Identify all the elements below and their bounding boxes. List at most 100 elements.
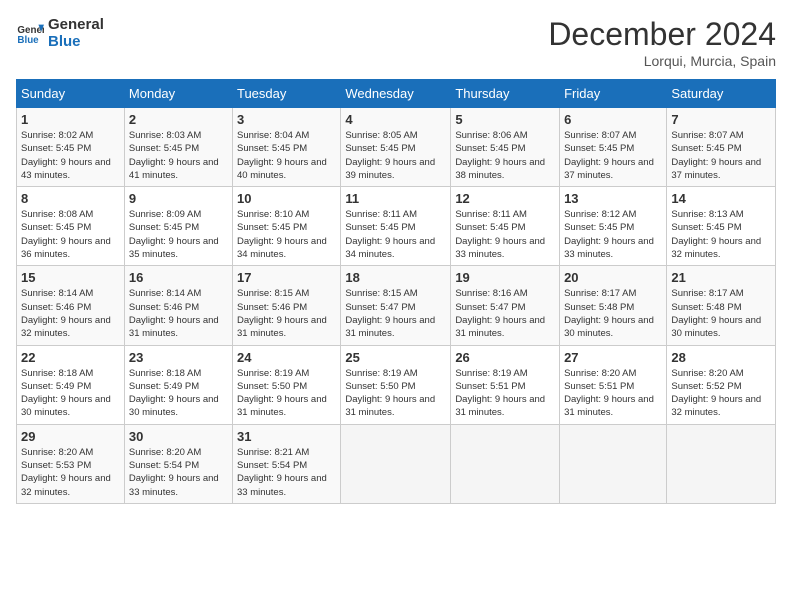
- day-detail: Sunrise: 8:14 AMSunset: 5:46 PMDaylight:…: [21, 288, 111, 339]
- day-number: 2: [129, 112, 228, 127]
- day-detail: Sunrise: 8:07 AMSunset: 5:45 PMDaylight:…: [564, 130, 654, 181]
- day-number: 31: [237, 429, 336, 444]
- day-detail: Sunrise: 8:06 AMSunset: 5:45 PMDaylight:…: [455, 130, 545, 181]
- day-number: 17: [237, 270, 336, 285]
- calendar-cell: 18Sunrise: 8:15 AMSunset: 5:47 PMDayligh…: [341, 266, 451, 345]
- calendar-cell: 15 Sunrise: 8:14 AMSunset: 5:46 PMDayligh…: [17, 266, 125, 345]
- day-detail: Sunrise: 8:09 AMSunset: 5:45 PMDaylight:…: [129, 209, 219, 260]
- day-number: 25: [345, 350, 446, 365]
- day-number: 29: [21, 429, 120, 444]
- calendar-cell: 9Sunrise: 8:09 AMSunset: 5:45 PMDaylight…: [124, 187, 232, 266]
- calendar-table: SundayMondayTuesdayWednesdayThursdayFrid…: [16, 79, 776, 504]
- logo: General Blue General Blue: [16, 16, 104, 50]
- calendar-cell: 12 Sunrise: 8:11 AMSunset: 5:45 PMDayligh…: [451, 187, 560, 266]
- calendar-cell: 24Sunrise: 8:19 AMSunset: 5:50 PMDayligh…: [232, 345, 340, 424]
- day-detail: Sunrise: 8:20 AMSunset: 5:51 PMDaylight:…: [564, 368, 654, 419]
- calendar-cell: 26 Sunrise: 8:19 AMSunset: 5:51 PMDayligh…: [451, 345, 560, 424]
- day-number: 7: [671, 112, 771, 127]
- calendar-body: 1 Sunrise: 8:02 AMSunset: 5:45 PMDaylight…: [17, 108, 776, 504]
- calendar-cell: [341, 424, 451, 503]
- calendar-cell: 16Sunrise: 8:14 AMSunset: 5:46 PMDayligh…: [124, 266, 232, 345]
- day-number: 23: [129, 350, 228, 365]
- calendar-cell: 27 Sunrise: 8:20 AMSunset: 5:51 PMDayligh…: [560, 345, 667, 424]
- day-detail: Sunrise: 8:20 AMSunset: 5:53 PMDaylight:…: [21, 447, 111, 498]
- calendar-cell: 19 Sunrise: 8:16 AMSunset: 5:47 PMDayligh…: [451, 266, 560, 345]
- calendar-cell: 21Sunrise: 8:17 AMSunset: 5:48 PMDayligh…: [667, 266, 776, 345]
- title-area: December 2024 Lorqui, Murcia, Spain: [548, 16, 776, 69]
- day-number: 12: [455, 191, 555, 206]
- calendar-cell: 1 Sunrise: 8:02 AMSunset: 5:45 PMDaylight…: [17, 108, 125, 187]
- day-number: 26: [455, 350, 555, 365]
- day-detail: Sunrise: 8:14 AMSunset: 5:46 PMDaylight:…: [129, 288, 219, 339]
- day-number: 15: [21, 270, 120, 285]
- page-header: General Blue General Blue December 2024 …: [16, 16, 776, 69]
- calendar-week-3: 15 Sunrise: 8:14 AMSunset: 5:46 PMDayligh…: [17, 266, 776, 345]
- calendar-cell: 6 Sunrise: 8:07 AMSunset: 5:45 PMDaylight…: [560, 108, 667, 187]
- day-number: 18: [345, 270, 446, 285]
- day-number: 1: [21, 112, 120, 127]
- day-detail: Sunrise: 8:16 AMSunset: 5:47 PMDaylight:…: [455, 288, 545, 339]
- day-detail: Sunrise: 8:03 AMSunset: 5:45 PMDaylight:…: [129, 130, 219, 181]
- calendar-week-4: 22 Sunrise: 8:18 AMSunset: 5:49 PMDayligh…: [17, 345, 776, 424]
- day-detail: Sunrise: 8:04 AMSunset: 5:45 PMDaylight:…: [237, 130, 327, 181]
- calendar-header-row: SundayMondayTuesdayWednesdayThursdayFrid…: [17, 80, 776, 108]
- calendar-cell: 28 Sunrise: 8:20 AMSunset: 5:52 PMDayligh…: [667, 345, 776, 424]
- day-detail: Sunrise: 8:19 AMSunset: 5:50 PMDaylight:…: [345, 368, 435, 419]
- calendar-week-2: 8Sunrise: 8:08 AMSunset: 5:45 PMDaylight…: [17, 187, 776, 266]
- calendar-cell: 17Sunrise: 8:15 AMSunset: 5:46 PMDayligh…: [232, 266, 340, 345]
- calendar-cell: 10 Sunrise: 8:10 AMSunset: 5:45 PMDayligh…: [232, 187, 340, 266]
- day-detail: Sunrise: 8:11 AMSunset: 5:45 PMDaylight:…: [345, 209, 435, 260]
- day-number: 28: [671, 350, 771, 365]
- day-number: 3: [237, 112, 336, 127]
- day-detail: Sunrise: 8:20 AMSunset: 5:54 PMDaylight:…: [129, 447, 219, 498]
- column-header-saturday: Saturday: [667, 80, 776, 108]
- day-detail: Sunrise: 8:11 AMSunset: 5:45 PMDaylight:…: [455, 209, 545, 260]
- day-detail: Sunrise: 8:18 AMSunset: 5:49 PMDaylight:…: [129, 368, 219, 419]
- calendar-week-1: 1 Sunrise: 8:02 AMSunset: 5:45 PMDaylight…: [17, 108, 776, 187]
- logo-icon: General Blue: [16, 19, 44, 47]
- calendar-cell: 23 Sunrise: 8:18 AMSunset: 5:49 PMDayligh…: [124, 345, 232, 424]
- day-number: 27: [564, 350, 662, 365]
- logo-blue: Blue: [48, 33, 104, 50]
- day-number: 13: [564, 191, 662, 206]
- day-number: 6: [564, 112, 662, 127]
- column-header-sunday: Sunday: [17, 80, 125, 108]
- calendar-cell: 29 Sunrise: 8:20 AMSunset: 5:53 PMDayligh…: [17, 424, 125, 503]
- calendar-cell: 20 Sunrise: 8:17 AMSunset: 5:48 PMDayligh…: [560, 266, 667, 345]
- calendar-cell: 4Sunrise: 8:05 AMSunset: 5:45 PMDaylight…: [341, 108, 451, 187]
- day-detail: Sunrise: 8:07 AMSunset: 5:45 PMDaylight:…: [671, 130, 761, 181]
- day-number: 20: [564, 270, 662, 285]
- column-header-friday: Friday: [560, 80, 667, 108]
- day-number: 10: [237, 191, 336, 206]
- day-detail: Sunrise: 8:21 AMSunset: 5:54 PMDaylight:…: [237, 447, 327, 498]
- day-number: 19: [455, 270, 555, 285]
- day-number: 30: [129, 429, 228, 444]
- calendar-cell: 22 Sunrise: 8:18 AMSunset: 5:49 PMDayligh…: [17, 345, 125, 424]
- day-number: 14: [671, 191, 771, 206]
- calendar-cell: [451, 424, 560, 503]
- calendar-cell: 30 Sunrise: 8:20 AMSunset: 5:54 PMDayligh…: [124, 424, 232, 503]
- day-detail: Sunrise: 8:18 AMSunset: 5:49 PMDaylight:…: [21, 368, 111, 419]
- month-title: December 2024: [548, 16, 776, 53]
- calendar-cell: 3 Sunrise: 8:04 AMSunset: 5:45 PMDaylight…: [232, 108, 340, 187]
- day-detail: Sunrise: 8:10 AMSunset: 5:45 PMDaylight:…: [237, 209, 327, 260]
- day-number: 4: [345, 112, 446, 127]
- day-detail: Sunrise: 8:19 AMSunset: 5:50 PMDaylight:…: [237, 368, 327, 419]
- day-number: 22: [21, 350, 120, 365]
- column-header-thursday: Thursday: [451, 80, 560, 108]
- day-detail: Sunrise: 8:20 AMSunset: 5:52 PMDaylight:…: [671, 368, 761, 419]
- logo-general: General: [48, 16, 104, 33]
- calendar-cell: 13Sunrise: 8:12 AMSunset: 5:45 PMDayligh…: [560, 187, 667, 266]
- day-detail: Sunrise: 8:17 AMSunset: 5:48 PMDaylight:…: [564, 288, 654, 339]
- calendar-cell: [560, 424, 667, 503]
- day-detail: Sunrise: 8:19 AMSunset: 5:51 PMDaylight:…: [455, 368, 545, 419]
- day-number: 21: [671, 270, 771, 285]
- column-header-monday: Monday: [124, 80, 232, 108]
- day-number: 8: [21, 191, 120, 206]
- day-detail: Sunrise: 8:02 AMSunset: 5:45 PMDaylight:…: [21, 130, 111, 181]
- day-number: 5: [455, 112, 555, 127]
- calendar-cell: 14Sunrise: 8:13 AMSunset: 5:45 PMDayligh…: [667, 187, 776, 266]
- calendar-cell: 5 Sunrise: 8:06 AMSunset: 5:45 PMDaylight…: [451, 108, 560, 187]
- calendar-cell: 7 Sunrise: 8:07 AMSunset: 5:45 PMDaylight…: [667, 108, 776, 187]
- column-header-tuesday: Tuesday: [232, 80, 340, 108]
